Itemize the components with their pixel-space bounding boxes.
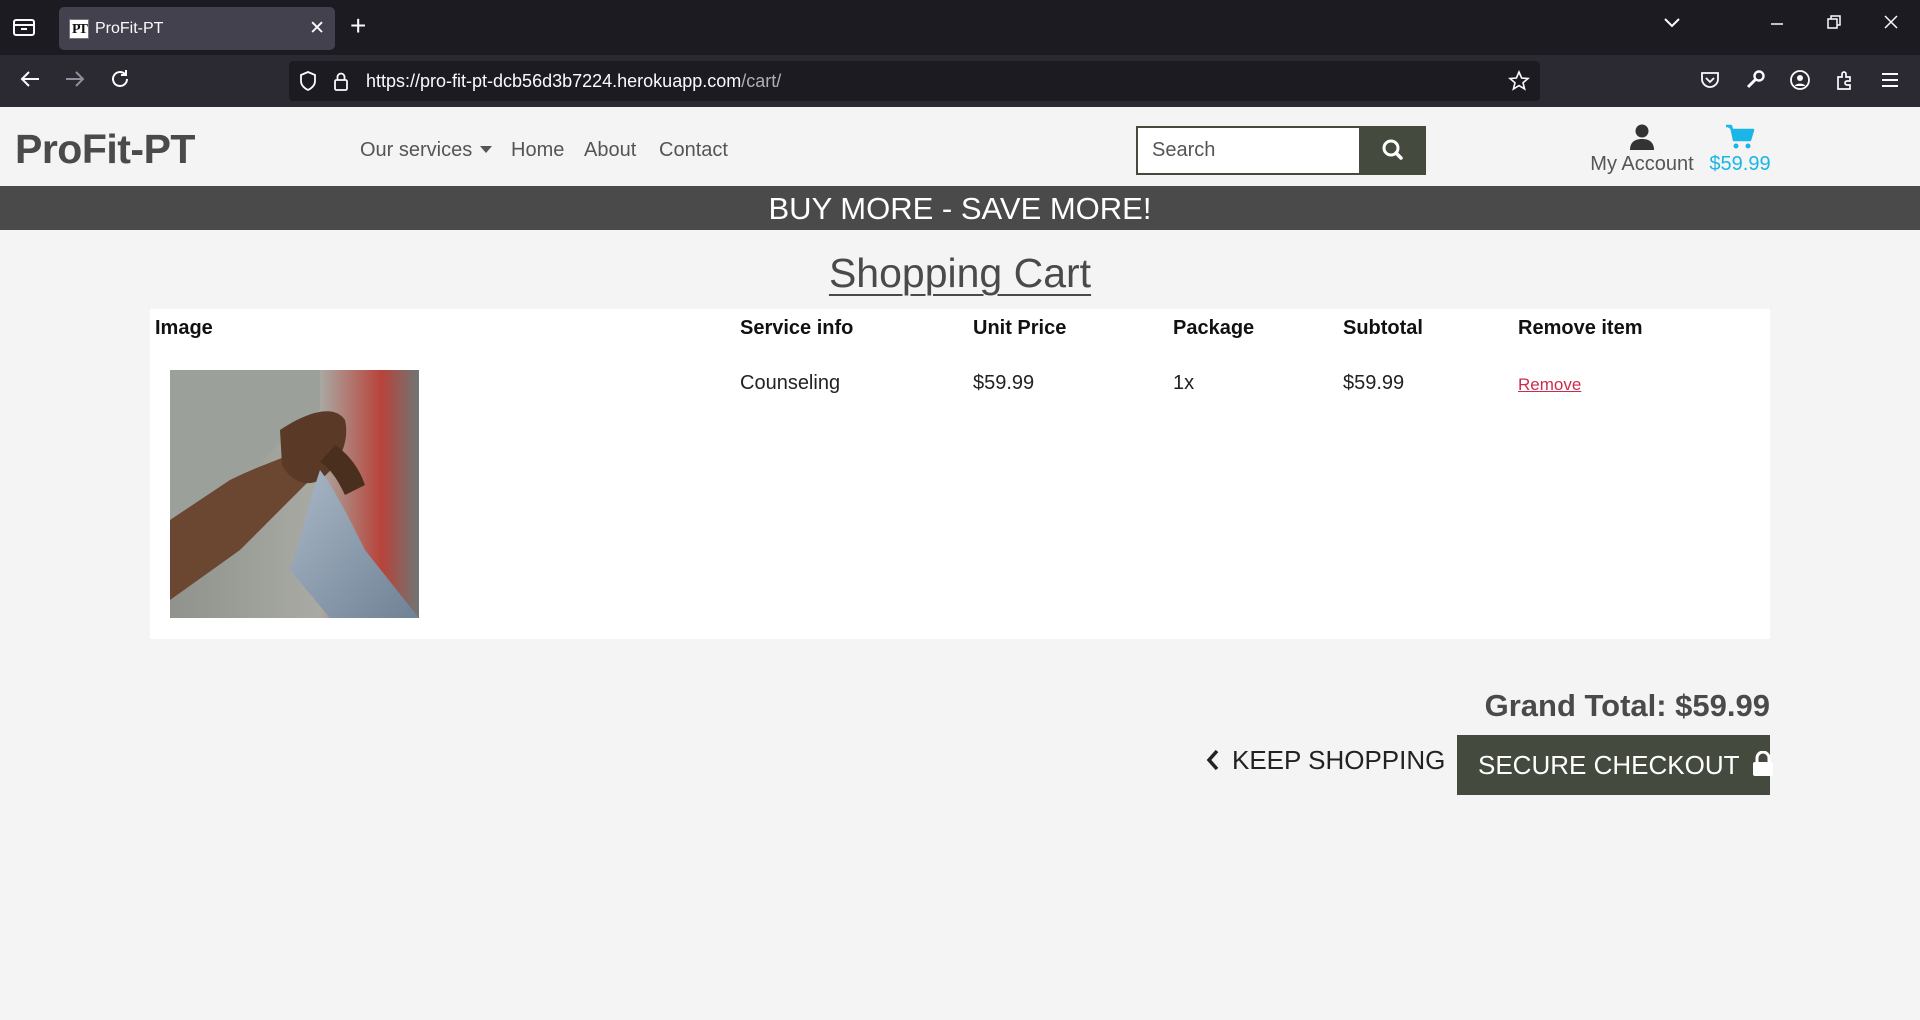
column-header-unit-price: Unit Price — [973, 317, 1067, 339]
restore-icon[interactable] — [1826, 12, 1842, 38]
nav-home[interactable]: Home — [511, 139, 564, 162]
reload-icon[interactable] — [108, 67, 132, 96]
grand-total: Grand Total: $59.99 — [1484, 688, 1770, 723]
user-icon — [1630, 124, 1654, 150]
search-box — [1136, 126, 1361, 175]
column-header-subtotal: Subtotal — [1343, 317, 1423, 339]
browser-nav-bar: https://pro-fit-pt-dcb56d3b7224.herokuap… — [0, 55, 1920, 107]
shield-icon[interactable] — [298, 70, 318, 98]
package-quantity: 1x — [1173, 372, 1195, 394]
brand-logo[interactable]: ProFit-PT — [15, 126, 195, 173]
new-tab-icon[interactable]: + — [350, 12, 366, 40]
caret-down-icon — [480, 146, 493, 153]
forward-arrow-icon[interactable] — [63, 67, 87, 96]
lock-icon[interactable] — [332, 70, 350, 98]
browser-tab-active[interactable]: PT ProFit-PT ✕ — [59, 7, 335, 50]
column-header-service-info: Service info — [740, 317, 854, 339]
chevron-left-icon — [1206, 749, 1219, 771]
chevron-down-icon[interactable] — [1663, 12, 1681, 38]
column-header-remove-item: Remove item — [1518, 317, 1643, 339]
extensions-icon[interactable] — [1834, 69, 1856, 96]
cart-link[interactable]: $59.99 — [1706, 123, 1774, 176]
promo-banner: BUY MORE - SAVE MORE! — [0, 186, 1920, 230]
close-window-icon[interactable] — [1882, 12, 1900, 38]
my-account-label: My Account — [1590, 153, 1694, 175]
url-host: https://pro-fit-pt-dcb56d3b7224.herokuap… — [366, 71, 742, 91]
hamburger-menu-icon[interactable] — [1879, 69, 1901, 96]
tab-title: ProFit-PT — [95, 20, 164, 37]
service-image — [170, 370, 419, 618]
nav-our-services-label: Our services — [360, 139, 473, 161]
row-subtotal: $59.99 — [1343, 372, 1405, 394]
secure-checkout-label: SECURE CHECKOUT — [1478, 750, 1740, 780]
column-header-package: Package — [1173, 317, 1255, 339]
bookmark-star-icon[interactable] — [1508, 69, 1530, 98]
site-header: ProFit-PT Our services Home About Contac… — [0, 107, 1920, 186]
pocket-icon[interactable] — [1699, 69, 1721, 96]
search-button[interactable] — [1361, 126, 1426, 175]
close-tab-icon[interactable]: ✕ — [309, 17, 325, 40]
nav-about[interactable]: About — [584, 139, 636, 162]
search-icon — [1382, 139, 1403, 160]
search-input[interactable] — [1138, 128, 1359, 173]
account-circle-icon[interactable] — [1789, 69, 1811, 96]
cart-total: $59.99 — [1709, 153, 1771, 175]
my-account-link[interactable]: My Account — [1588, 123, 1696, 176]
nav-contact[interactable]: Contact — [659, 139, 728, 162]
nav-our-services[interactable]: Our services — [360, 139, 493, 162]
site-favicon-icon: PT — [69, 19, 89, 39]
secure-checkout-button[interactable]: SECURE CHECKOUT — [1457, 735, 1774, 795]
padlock-icon — [1753, 750, 1774, 776]
back-arrow-icon[interactable] — [18, 67, 42, 96]
column-header-image: Image — [155, 317, 213, 339]
tab-list-icon[interactable] — [12, 16, 38, 40]
shopping-cart-icon — [1726, 124, 1755, 149]
keep-shopping-label: KEEP SHOPPING — [1232, 745, 1446, 775]
browser-tab-bar: PT ProFit-PT ✕ + — [0, 0, 1920, 55]
minimize-icon[interactable] — [1769, 12, 1785, 38]
remove-item-link[interactable]: Remove — [1518, 375, 1581, 395]
cart-table: Image Service info Unit Price Package Su… — [150, 309, 1770, 639]
unit-price: $59.99 — [973, 372, 1035, 394]
url-path: /cart/ — [741, 71, 782, 91]
keep-shopping-button[interactable]: KEEP SHOPPING — [1204, 745, 1445, 776]
service-name: Counseling — [740, 372, 841, 394]
address-bar[interactable]: https://pro-fit-pt-dcb56d3b7224.herokuap… — [289, 61, 1540, 101]
wrench-icon[interactable] — [1744, 69, 1766, 96]
url-text: https://pro-fit-pt-dcb56d3b7224.herokuap… — [366, 71, 781, 92]
page-title: Shopping Cart — [828, 250, 1092, 296]
